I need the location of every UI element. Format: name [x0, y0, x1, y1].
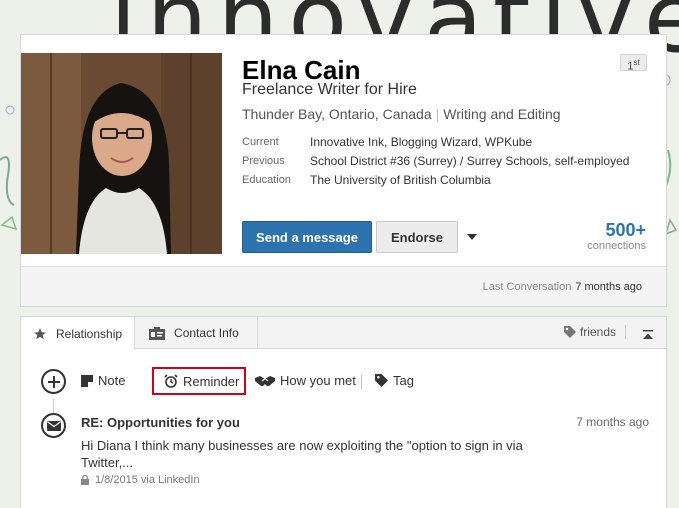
star-icon: [34, 327, 46, 339]
profile-headline: Freelance Writer for Hire: [242, 81, 417, 98]
alarm-clock-icon: [164, 374, 178, 388]
separator: |: [435, 106, 440, 122]
message-subject[interactable]: RE: Opportunities for you: [81, 415, 649, 430]
connections-number: 500+: [605, 220, 646, 240]
divider: [625, 325, 626, 339]
last-conversation-time: 7 months ago: [575, 280, 642, 293]
detail-label: Current: [242, 136, 279, 148]
last-conversation-label: Last Conversation: [482, 280, 572, 293]
collapse-button[interactable]: [642, 327, 654, 339]
tab-label: Relationship: [56, 326, 123, 341]
note-icon: [81, 374, 93, 387]
profile-location[interactable]: Thunder Bay, Ontario, Canada: [242, 106, 432, 122]
tab-label: Contact Info: [174, 326, 239, 340]
detail-value[interactable]: Innovative Ink, Blogging Wizard, WPKube: [310, 135, 532, 154]
how-you-met-label: How you met: [280, 373, 356, 388]
profile-industry[interactable]: Writing and Editing: [443, 106, 560, 122]
more-options-dropdown[interactable]: [465, 231, 479, 243]
profile-photo[interactable]: [21, 53, 222, 254]
relationship-actions: Note Reminder How you met Tag: [41, 367, 641, 395]
connection-degree-badge: 1st: [620, 54, 647, 73]
detail-value[interactable]: The University of British Columbia: [310, 173, 491, 192]
handshake-icon: [255, 375, 275, 386]
contact-card-icon: [149, 326, 166, 340]
tag-icon: [375, 374, 388, 387]
detail-row-previous: Previous School District #36 (Surrey) / …: [242, 154, 629, 173]
message-item[interactable]: RE: Opportunities for you 7 months ago H…: [81, 415, 649, 486]
profile-location-industry: Thunder Bay, Ontario, Canada | Writing and…: [242, 106, 561, 122]
detail-label: Previous: [242, 155, 285, 167]
add-button[interactable]: [41, 369, 66, 394]
note-label: Note: [98, 373, 126, 388]
detail-label: Education: [242, 174, 291, 186]
add-note-button[interactable]: Note: [81, 373, 125, 388]
message-body: Hi Diana I think many businesses are now…: [81, 438, 523, 470]
relationship-tabs: Relationship Contact Info friends: [21, 317, 666, 350]
friends-tag[interactable]: friends: [563, 325, 616, 339]
tab-relationship[interactable]: Relationship: [21, 317, 136, 350]
profile-details: Current Innovative Ink, Blogging Wizard,…: [242, 135, 629, 192]
friends-label: friends: [579, 325, 616, 339]
plus-icon: [47, 375, 60, 388]
connections-count[interactable]: 500+ connections: [587, 220, 646, 252]
collapse-up-icon: [643, 330, 653, 339]
last-conversation-bar: Last Conversation 7 months ago: [21, 266, 666, 306]
caret-down-icon: [467, 234, 477, 240]
reminder-label: Reminder: [183, 373, 240, 389]
detail-row-current: Current Innovative Ink, Blogging Wizard,…: [242, 135, 629, 154]
degree-suffix: st: [633, 58, 640, 67]
detail-row-education: Education The University of British Colu…: [242, 173, 629, 192]
send-message-button[interactable]: Send a message: [242, 221, 372, 253]
envelope-icon: [46, 420, 61, 431]
message-meta: 1/8/2015 via LinkedIn: [81, 474, 649, 486]
message-date-source: 1/8/2015 via LinkedIn: [95, 474, 200, 486]
how-you-met-button[interactable]: How you met: [255, 373, 356, 388]
relationship-panel: Relationship Contact Info friends Note R…: [20, 316, 667, 508]
lock-icon: [81, 475, 89, 485]
message-type-badge: [41, 413, 66, 438]
tag-label: Tag: [393, 373, 414, 388]
divider: [361, 375, 362, 389]
add-tag-button[interactable]: Tag: [375, 373, 414, 388]
detail-value[interactable]: School District #36 (Surrey) / Surrey Sc…: [310, 154, 629, 173]
tab-contact-info[interactable]: Contact Info: [135, 317, 258, 349]
connections-label: connections: [587, 240, 646, 252]
add-reminder-button[interactable]: Reminder: [152, 367, 247, 395]
tag-icon: [563, 326, 576, 338]
message-time: 7 months ago: [576, 415, 649, 429]
profile-card: Elna Cain 1st Freelance Writer for Hire …: [20, 34, 667, 307]
endorse-button[interactable]: Endorse: [376, 221, 458, 253]
